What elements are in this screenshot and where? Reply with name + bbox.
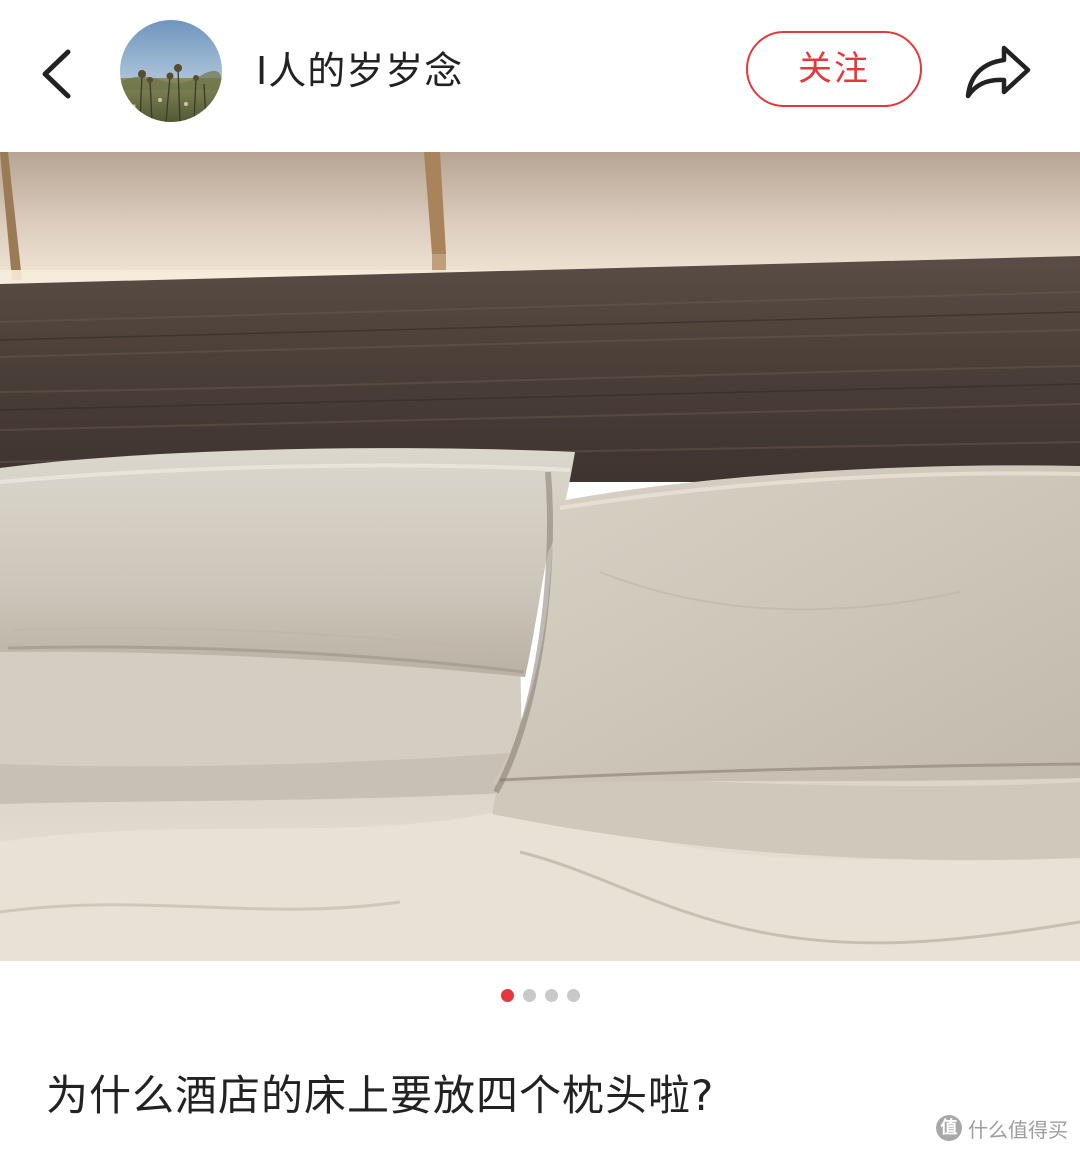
image-pagination	[0, 989, 1080, 1005]
watermark: 值 什么值得买	[936, 1112, 1068, 1144]
follow-button[interactable]: 关注	[746, 31, 922, 107]
pagination-dot[interactable]	[544, 989, 558, 1002]
pagination-dot[interactable]	[500, 989, 514, 1002]
chevron-left-icon	[42, 49, 71, 99]
post-detail-page: I人的岁岁念 关注 为什么酒店的床上要放四个枕头啦? 值 什么值得买	[0, 0, 1080, 1150]
author-avatar[interactable]	[120, 20, 222, 122]
share-arrow-icon	[965, 45, 1031, 99]
smzdm-logo-icon: 值	[936, 1115, 962, 1141]
post-image[interactable]	[0, 152, 1080, 961]
pagination-dot[interactable]	[522, 989, 536, 1002]
hotel-bed-pillows-image	[0, 152, 1080, 961]
back-button[interactable]	[30, 38, 90, 108]
top-bar: I人的岁岁念 关注	[0, 0, 1080, 150]
pagination-dot[interactable]	[566, 989, 580, 1002]
author-name[interactable]: I人的岁岁念	[256, 44, 463, 98]
post-title: 为什么酒店的床上要放四个枕头啦?	[46, 1071, 715, 1120]
share-button[interactable]	[960, 36, 1036, 106]
avatar-image	[120, 20, 222, 122]
watermark-text: 什么值得买	[968, 1117, 1068, 1142]
